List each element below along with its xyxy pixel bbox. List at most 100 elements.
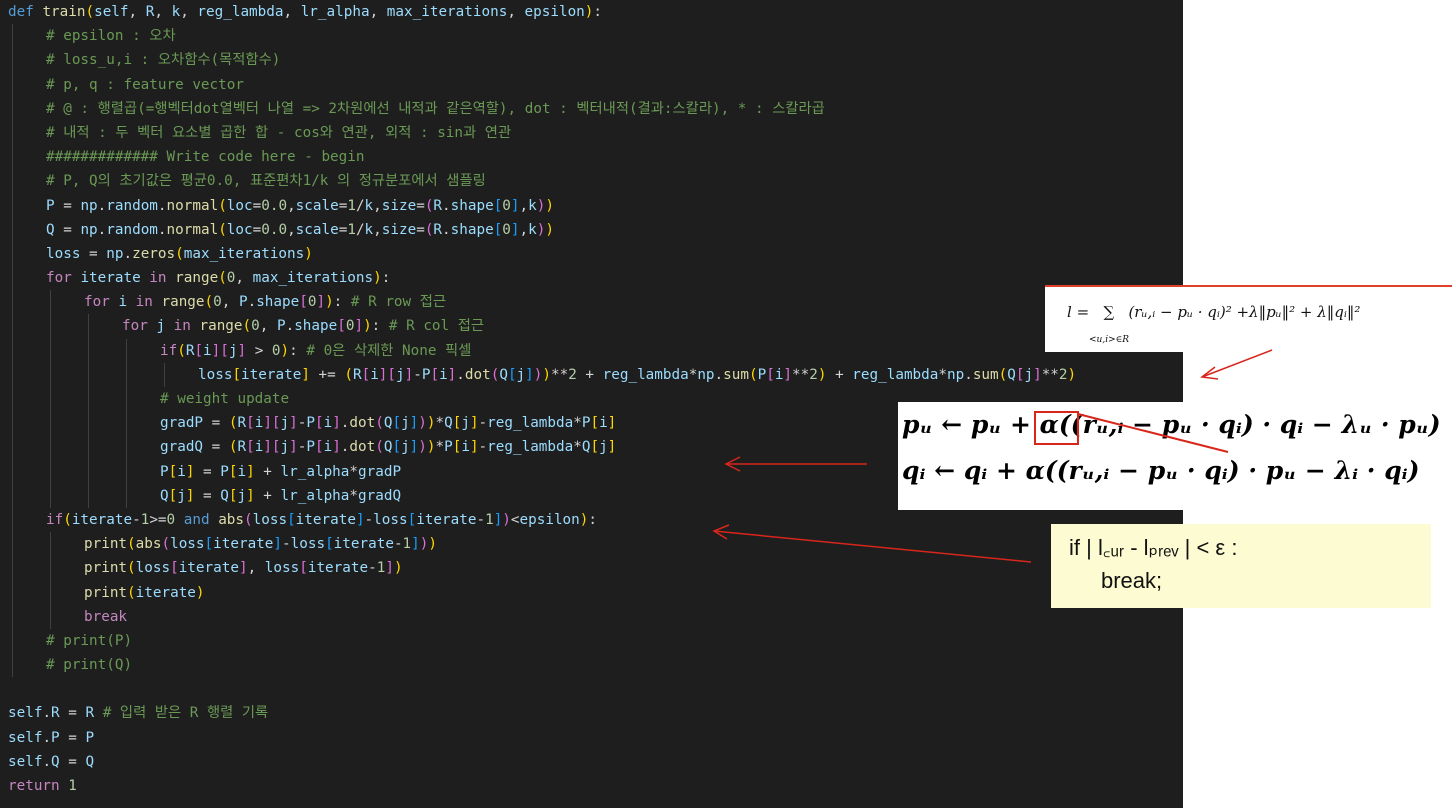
code-token: i [237, 463, 247, 480]
code-token: - [413, 366, 422, 383]
code-token: # 내적 : 두 벡터 요소별 곱한 합 - cos와 연관, 외적 : sin… [46, 124, 512, 141]
code-token: sum [723, 366, 749, 383]
code-token: = [416, 221, 425, 238]
indent-guide [12, 459, 13, 484]
code-token: Q [46, 221, 55, 238]
update-formula-image: pᵤ ← pᵤ + α((rᵤ,ᵢ − pᵤ · qᵢ) · qᵢ − λᵤ ·… [898, 402, 1452, 510]
code-token: . [157, 221, 167, 238]
indent-guide [126, 483, 127, 508]
code-token: ############# Write code here - begin [46, 149, 365, 166]
code-token: = [194, 487, 221, 504]
code-lines: def train(self, R, k, reg_lambda, lr_alp… [0, 0, 1076, 798]
code-token: [ [194, 342, 204, 359]
code-token: ] [385, 560, 394, 577]
indent-guide [50, 290, 51, 315]
code-token: ] [783, 366, 793, 383]
code-token: ( [204, 294, 214, 311]
code-token: . [123, 245, 133, 262]
code-token: , [373, 221, 382, 238]
code-token: [ [325, 536, 334, 553]
code-token: + [576, 366, 603, 383]
indent-guide [50, 459, 51, 484]
code-token: [ [246, 415, 255, 432]
code-token: [ [361, 366, 371, 383]
code-token: ) [502, 511, 511, 528]
code-token: [ [271, 415, 281, 432]
code-token: 0.0 [261, 197, 288, 214]
code-line: self.R = R # 입력 받은 R 행렬 기록 [0, 701, 1076, 725]
code-token: R [51, 705, 60, 722]
code-line: loss[iterate] += (R[i][j]-P[i].dot(Q[j])… [0, 362, 1076, 387]
code-token: i [203, 342, 212, 359]
code-token: self [8, 705, 43, 722]
code-line: self.Q = Q [0, 750, 1076, 774]
code-token: dot [349, 439, 376, 456]
code-token: loss [135, 560, 171, 577]
indent-guide [12, 411, 13, 436]
code-token: ( [344, 366, 353, 383]
code-token: normal [166, 197, 219, 214]
indent-guide [88, 483, 89, 508]
code-token: [ [590, 439, 600, 456]
code-token: np [697, 366, 715, 383]
code-token: Q [1007, 366, 1016, 383]
code-token: [ [299, 560, 308, 577]
code-token: : [371, 318, 389, 335]
indent-guide [164, 362, 165, 387]
code-token: ] [354, 318, 364, 335]
break-condition-line: if | l꜀ᵤᵣ - lₚᵣₑᵥ | < ε : [1069, 535, 1238, 560]
code-token: R [237, 415, 247, 432]
code-token: 2 [568, 366, 577, 383]
code-token: [ [168, 463, 178, 480]
code-token: ( [375, 415, 384, 432]
code-token: ] [607, 415, 617, 432]
code-token: ** [550, 366, 569, 383]
code-token: ( [242, 318, 252, 335]
code-token: # @ : 행렬곱(=행벡터dot열벡터 나열 => 2차원에선 내적과 같은역… [46, 100, 825, 117]
code-token: abs [218, 511, 245, 528]
indent-guide [12, 145, 13, 170]
code-token: max_iterations [386, 4, 508, 20]
indent-guide [50, 604, 51, 629]
code-token: [ [493, 197, 503, 214]
code-line: for j in range(0, P.shape[0]): # R col 접… [0, 314, 1076, 339]
code-token: P [85, 729, 95, 746]
code-token: , [519, 197, 529, 214]
code-token: ( [127, 560, 136, 577]
code-token: if [160, 342, 178, 359]
code-token: ) [542, 366, 551, 383]
code-token: ] [289, 439, 298, 456]
code-token: j [177, 487, 186, 504]
code-token: [ [314, 415, 324, 432]
code-token: Q [51, 753, 60, 770]
code-token: if [46, 511, 64, 528]
indent-guide [88, 411, 89, 436]
code-token: ) [393, 560, 403, 577]
code-token: P [276, 318, 286, 335]
code-token: ] [355, 511, 365, 528]
code-token: max_iterations [252, 270, 374, 287]
code-token: , [287, 197, 296, 214]
code-token: sum [972, 366, 999, 383]
code-token: ] [332, 415, 341, 432]
code-token: print [84, 560, 128, 577]
code-token: # p, q : feature vector [46, 76, 244, 93]
code-line: Q = np.random.normal(loc=0.0,scale=1/k,s… [0, 217, 1076, 242]
code-token: j [237, 487, 247, 504]
code-token: random [106, 221, 158, 238]
code-line: # print(Q) [0, 653, 1076, 678]
code-token: R [237, 439, 247, 456]
code-token: . [456, 366, 465, 383]
code-token: 1 [402, 536, 412, 553]
code-token: ) [280, 342, 290, 359]
code-token: # loss_u,i : 오차함수(목적함수) [46, 52, 281, 69]
code-token: . [442, 221, 451, 238]
code-token: # print(Q) [46, 657, 133, 674]
code-token: = [54, 197, 81, 214]
code-token: ( [175, 245, 184, 262]
code-token: for [46, 270, 81, 287]
code-token: [ [299, 294, 308, 311]
code-token: , [180, 4, 198, 20]
code-token: iterate [213, 536, 274, 553]
